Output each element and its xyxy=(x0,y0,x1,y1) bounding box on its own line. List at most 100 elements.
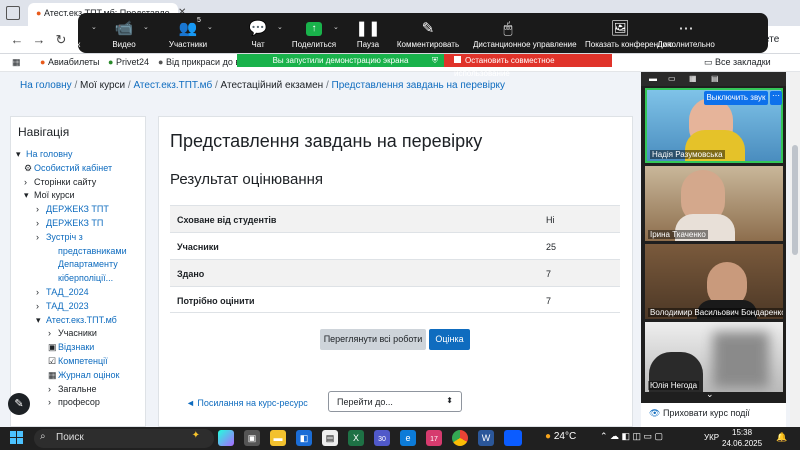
participant-name: Надія Разумовська xyxy=(650,150,725,159)
nav-item[interactable]: ▣Відзнаки xyxy=(48,341,94,353)
speaker-view-icon[interactable]: ▤ xyxy=(711,74,719,83)
participant-name: Юлія Негода xyxy=(648,381,700,390)
nav-item[interactable]: ☑ Компетенції xyxy=(48,355,108,367)
course-resource-link[interactable]: ◄ Посилання на курс-ресурс xyxy=(186,398,308,408)
stop-icon xyxy=(454,56,461,63)
pen-icon: ✎ xyxy=(421,20,435,37)
zoom-participants-button[interactable]: 👥 Участники 5 ⌄ xyxy=(153,13,223,53)
taskbar-search[interactable]: ⌕ Поиск ✦ xyxy=(34,429,214,448)
nav-toggle-icon: ⚙ xyxy=(24,162,33,173)
all-bookmarks[interactable]: ▭ Все закладки xyxy=(704,57,771,68)
excel-icon[interactable]: X xyxy=(348,430,364,446)
participant-tile[interactable]: Юлія Негода xyxy=(645,322,783,392)
nav-item[interactable]: › Зустріч з xyxy=(36,231,83,243)
view-all-submissions-button[interactable]: Переглянути всі роботи xyxy=(320,329,426,350)
navigation-title: Навігація xyxy=(18,125,70,139)
participant-name: Ірина Ткаченко xyxy=(648,230,708,239)
hide-course-events[interactable]: 👁 Приховати курс події xyxy=(641,403,786,427)
nav-item[interactable]: представниками xyxy=(48,245,127,257)
tab-actions-icon[interactable] xyxy=(6,6,20,20)
nav-toggle-icon: › xyxy=(36,204,39,215)
teams-icon[interactable]: 30 xyxy=(374,430,390,446)
minimize-icon[interactable]: ▬ xyxy=(649,74,657,83)
zoom-remote-control-button[interactable]: 🖱 Дистанционное управление xyxy=(473,13,577,53)
nav-item[interactable]: › професор xyxy=(48,396,100,408)
ellipsis-icon: ⋯ xyxy=(678,20,694,37)
breadcrumb-home[interactable]: На головну xyxy=(20,80,72,91)
gallery-icon[interactable]: ▦ xyxy=(689,74,697,83)
copilot-icon[interactable] xyxy=(218,430,234,446)
nav-toggle-icon: › xyxy=(48,383,51,394)
nav-item[interactable]: › Загальне xyxy=(48,383,96,395)
edit-pen-icon[interactable]: ✎ xyxy=(8,393,30,415)
table-row: Потрібно оцінити 7 xyxy=(170,286,620,313)
store-icon[interactable]: ◧ xyxy=(296,430,312,446)
chevron-down-icon: ⌄ xyxy=(207,24,213,31)
nav-item[interactable]: › ТАД_2023 xyxy=(36,300,89,312)
mail-icon[interactable]: 17 xyxy=(426,430,442,446)
nav-item[interactable]: › ТАД_2024 xyxy=(36,286,89,298)
participant-name: Володимир Васильович Бондаренко xyxy=(648,308,783,317)
nav-item[interactable]: ▾ Атест.екз.ТПТ.мб xyxy=(36,314,117,326)
participant-tile[interactable]: Ірина Ткаченко xyxy=(645,166,783,241)
mute-participant-button[interactable]: Выключить звук xyxy=(704,91,768,105)
nav-toggle-icon: › xyxy=(48,397,51,408)
tray-icons[interactable]: ⌃ ☁ ◧ ◫ ▭ ▢ xyxy=(600,431,663,442)
breadcrumb: На головну / Мої курси / Атест.екз.ТПТ.м… xyxy=(20,80,506,91)
app-icon[interactable]: ▤ xyxy=(322,430,338,446)
nav-item[interactable]: › ДЕРЖЕКЗ ТПТ xyxy=(36,203,109,215)
eye-icon: 👁 xyxy=(649,408,661,418)
file-explorer-icon[interactable]: ▬ xyxy=(270,430,286,446)
weather-widget[interactable]: ● 24°C xyxy=(545,431,576,442)
edge-icon[interactable]: e xyxy=(400,430,416,446)
window-icon: 🖼 xyxy=(610,20,630,37)
grade-button[interactable]: Оцінка xyxy=(429,329,470,350)
jump-to-select[interactable]: Перейти до... ⬍ xyxy=(328,391,462,412)
stop-share-button[interactable]: Остановить совместное использование xyxy=(444,54,612,78)
nav-item[interactable]: ▾ На головну xyxy=(16,148,73,160)
breadcrumb-course[interactable]: Атест.екз.ТПТ.мб xyxy=(133,80,212,91)
bookmark-item[interactable]: ● Від прикраси до ва xyxy=(158,57,245,67)
more-options-icon[interactable]: ⋯ xyxy=(770,91,782,105)
zoom-show-meeting-button[interactable]: 🖼 Показать конференцию xyxy=(585,13,673,53)
copilot-sparkle-icon: ✦ xyxy=(191,430,200,441)
navigation-tree: ▾ На головну ⚙ Особистий кабінет › Сторінки с… xyxy=(16,148,144,426)
nav-toggle-icon: › xyxy=(36,231,39,242)
nav-toggle-icon: ☑ xyxy=(48,356,57,366)
zoom-video-button[interactable]: 📹 Видео ⌄ xyxy=(89,13,159,53)
zoom-app-icon[interactable] xyxy=(504,430,522,446)
share-icon: ↑ xyxy=(306,22,322,36)
table-row: Здано 7 xyxy=(170,259,620,286)
bookmark-item[interactable]: ● Авиабилеты xyxy=(40,57,100,67)
scroll-down-icon[interactable]: ⌄ xyxy=(706,389,714,400)
nav-item[interactable]: ▾ Мої курси xyxy=(24,189,75,201)
layout-icon[interactable]: ▭ xyxy=(668,74,676,83)
taskbar-clock[interactable]: 15:38 24.06.2025 xyxy=(722,427,762,449)
task-view-icon[interactable]: ▣ xyxy=(244,430,260,446)
table-row: Учасники 25 xyxy=(170,232,620,259)
zoom-annotate-button[interactable]: ✎ Комментировать xyxy=(393,13,463,53)
nav-item[interactable]: ▦Журнал оцінок xyxy=(48,369,119,381)
breadcrumb-current[interactable]: Представлення завдань на перевірку xyxy=(332,80,505,91)
notifications-icon[interactable]: 🔔 xyxy=(776,432,787,443)
back-icon[interactable]: ← xyxy=(8,31,26,49)
nav-item[interactable]: ⚙ Особистий кабінет xyxy=(24,162,112,174)
nav-item[interactable]: кіберполіції... xyxy=(48,272,113,284)
nav-item[interactable]: › Сторінки сайту xyxy=(24,176,96,188)
bookmark-item[interactable]: ● Privet24 xyxy=(108,57,149,67)
scrollbar-thumb[interactable] xyxy=(792,145,798,255)
apps-icon[interactable]: ▦ xyxy=(12,57,21,68)
zoom-more-button[interactable]: ⋯ Дополнительно xyxy=(651,13,721,53)
nav-item[interactable]: › Учасники xyxy=(48,327,97,339)
nav-toggle-icon: ▾ xyxy=(36,314,41,325)
participant-tile[interactable]: Володимир Васильович Бондаренко xyxy=(645,244,783,319)
select-caret-icon: ⬍ xyxy=(446,396,453,405)
word-icon[interactable]: W xyxy=(478,430,494,446)
language-indicator[interactable]: УКР xyxy=(704,433,719,442)
nav-item[interactable]: › ДЕРЖЕКЗ ТП xyxy=(36,217,103,229)
shield-icon: ⛨ xyxy=(432,56,438,65)
search-icon: ⌕ xyxy=(40,431,46,442)
nav-item[interactable]: Департаменту xyxy=(48,258,118,270)
windows-start-icon[interactable] xyxy=(10,431,24,445)
chrome-icon[interactable] xyxy=(452,430,468,446)
